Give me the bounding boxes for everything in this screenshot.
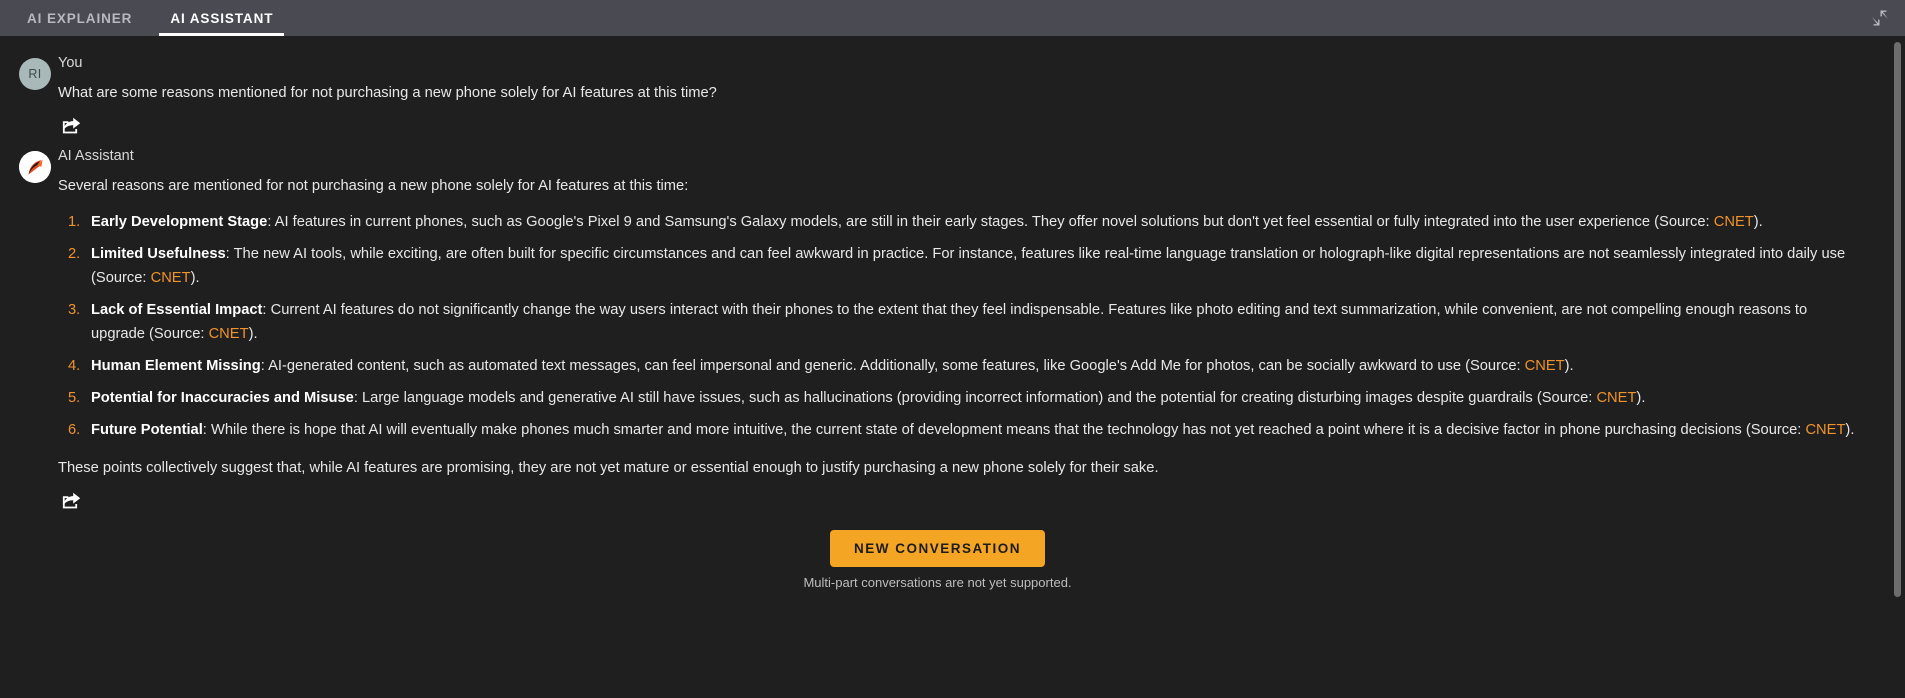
share-arrow-icon[interactable] bbox=[58, 113, 84, 137]
user-message-body: You What are some reasons mentioned for … bbox=[58, 50, 1863, 141]
reason-body-end: ). bbox=[248, 325, 258, 342]
list-item: Lack of Essential Impact: Current AI fea… bbox=[58, 299, 1857, 347]
list-item: Limited Usefulness: The new AI tools, wh… bbox=[58, 243, 1857, 291]
chat-scroll-area[interactable]: RI You What are some reasons mentioned f… bbox=[0, 36, 1905, 698]
assistant-message-body: AI Assistant Several reasons are mention… bbox=[58, 143, 1863, 516]
reason-lead: Lack of Essential Impact bbox=[91, 301, 263, 318]
source-link-cnet[interactable]: CNET bbox=[1525, 358, 1565, 374]
reason-body: : Large language models and generative A… bbox=[353, 389, 1597, 406]
user-message: RI You What are some reasons mentioned f… bbox=[12, 50, 1863, 141]
tab-ai-explainer-label: AI EXPLAINER bbox=[27, 10, 133, 26]
reason-body: : The new AI tools, while exciting, are … bbox=[91, 245, 1846, 286]
cnet-swoosh-icon bbox=[19, 151, 51, 184]
tab-ai-assistant[interactable]: AI ASSISTANT bbox=[151, 0, 292, 36]
reason-lead: Limited Usefulness bbox=[91, 245, 226, 262]
share-arrow-icon[interactable] bbox=[58, 488, 84, 512]
reason-body: : While there is hope that AI will event… bbox=[202, 421, 1806, 438]
reason-body-end: ). bbox=[190, 269, 200, 286]
ai-assistant-panel: AI EXPLAINER AI ASSISTANT RI You What ar… bbox=[0, 0, 1905, 698]
avatar: RI bbox=[19, 58, 51, 90]
reason-lead: Future Potential bbox=[91, 421, 203, 438]
assistant-avatar-column bbox=[12, 143, 58, 184]
reason-body-end: ). bbox=[1636, 389, 1646, 406]
assistant-message-actions bbox=[58, 480, 1857, 516]
list-item: Future Potential: While there is hope th… bbox=[58, 419, 1857, 443]
reason-body: : AI-generated content, such as automate… bbox=[260, 357, 1525, 374]
tab-bar: AI EXPLAINER AI ASSISTANT bbox=[0, 0, 1905, 36]
reason-lead: Human Element Missing bbox=[91, 357, 261, 374]
source-link-cnet[interactable]: CNET bbox=[1596, 390, 1636, 406]
avatar-initials: RI bbox=[28, 67, 42, 81]
reasons-list: Early Development Stage: AI features in … bbox=[58, 211, 1857, 443]
source-link-cnet[interactable]: CNET bbox=[1805, 422, 1845, 438]
user-avatar-column: RI bbox=[12, 50, 58, 90]
list-item: Potential for Inaccuracies and Misuse: L… bbox=[58, 387, 1857, 411]
assistant-sender-name: AI Assistant bbox=[58, 148, 134, 165]
chat-content: RI You What are some reasons mentioned f… bbox=[0, 36, 1889, 610]
reason-lead: Early Development Stage bbox=[91, 213, 268, 230]
reason-body: : AI features in current phones, such as… bbox=[267, 213, 1714, 230]
new-conversation-button[interactable]: NEW CONVERSATION bbox=[829, 530, 1045, 568]
reason-body-end: ). bbox=[1564, 357, 1574, 374]
user-sender-name: You bbox=[58, 55, 83, 71]
conversation-footer: NEW CONVERSATION Multi-part conversation… bbox=[12, 518, 1863, 605]
source-link-cnet[interactable]: CNET bbox=[151, 270, 191, 286]
collapse-arrows-icon[interactable] bbox=[1869, 7, 1891, 29]
assistant-outro-text: These points collectively suggest that, … bbox=[58, 459, 1159, 476]
tab-ai-assistant-label: AI ASSISTANT bbox=[170, 10, 274, 26]
user-message-text: What are some reasons mentioned for not … bbox=[58, 84, 717, 101]
user-message-actions bbox=[58, 105, 1857, 141]
reason-body-end: ). bbox=[1753, 213, 1763, 230]
list-item: Human Element Missing: AI-generated cont… bbox=[58, 355, 1857, 379]
reason-body: : Current AI features do not significant… bbox=[91, 301, 1808, 342]
assistant-intro-text: Several reasons are mentioned for not pu… bbox=[58, 178, 689, 195]
list-item: Early Development Stage: AI features in … bbox=[58, 211, 1857, 235]
reason-body-end: ). bbox=[1845, 421, 1855, 438]
footer-note: Multi-part conversations are not yet sup… bbox=[803, 575, 1072, 591]
tab-ai-explainer[interactable]: AI EXPLAINER bbox=[8, 0, 151, 36]
source-link-cnet[interactable]: CNET bbox=[209, 326, 249, 342]
reason-lead: Potential for Inaccuracies and Misuse bbox=[91, 389, 354, 406]
source-link-cnet[interactable]: CNET bbox=[1714, 214, 1754, 230]
assistant-message: AI Assistant Several reasons are mention… bbox=[12, 143, 1863, 516]
